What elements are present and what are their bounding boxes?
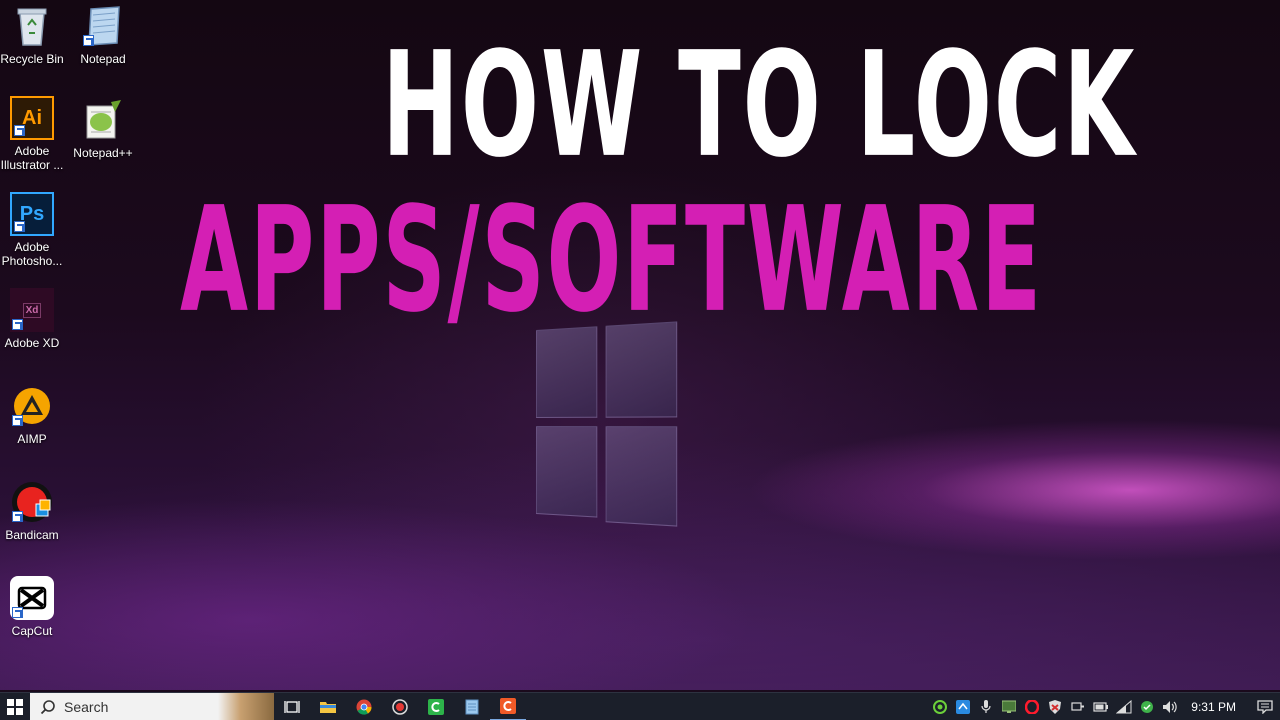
desktop-icon-adobe-illustrator[interactable]: Ai Adobe Illustrator ...	[0, 96, 67, 172]
capcut-icon	[10, 576, 54, 620]
aimp-icon	[10, 384, 54, 428]
recycle-bin-icon	[10, 4, 54, 48]
search-highlight-image	[218, 692, 274, 720]
action-center-button[interactable]	[1250, 693, 1280, 720]
search-icon	[40, 699, 55, 714]
tray-monitor[interactable]	[997, 693, 1020, 720]
task-view-icon	[284, 700, 300, 713]
icon-glyph-text: Ai	[22, 106, 42, 129]
shortcut-arrow-icon	[14, 221, 25, 232]
desktop-icon-label: Bandicam	[5, 528, 59, 542]
shortcut-arrow-icon	[12, 415, 23, 426]
windows-start-icon	[7, 698, 23, 715]
tray-chat[interactable]	[1135, 693, 1158, 720]
adobe-xd-icon: Xd	[10, 288, 54, 332]
monitor-icon	[1001, 700, 1016, 713]
tray-volume[interactable]	[1158, 693, 1181, 720]
desktop-icon-notepad[interactable]: Notepad	[68, 4, 138, 66]
shortcut-arrow-icon	[14, 125, 25, 136]
battery-icon	[1093, 701, 1108, 712]
desktop-icon-label: AIMP	[17, 432, 47, 446]
notepad-plus-plus-icon	[81, 98, 125, 142]
taskbar-recorder[interactable]	[382, 693, 418, 720]
desktop-icon-adobe-photoshop[interactable]: Ps Adobe Photosho...	[0, 192, 67, 268]
microphone-icon	[981, 699, 991, 713]
taskbar-file-explorer[interactable]	[310, 693, 346, 720]
desktop-icon-label: Adobe XD	[4, 336, 60, 350]
tray-battery[interactable]	[1089, 693, 1112, 720]
volume-icon	[1162, 700, 1177, 713]
notepad-icon	[465, 699, 479, 714]
desktop-icon-label: CapCut	[11, 624, 53, 638]
shortcut-arrow-icon	[12, 511, 23, 522]
start-button[interactable]	[0, 693, 30, 720]
adobe-photoshop-icon: Ps	[10, 192, 54, 236]
headline-line1: HOW TO LOCK	[382, 20, 1137, 190]
desktop-icon-notepad-plus-plus[interactable]: Notepad++	[68, 98, 138, 160]
desktop-icon-label: Notepad	[80, 52, 126, 66]
desktop-icon-recycle-bin[interactable]: Recycle Bin	[0, 4, 67, 66]
desktop-icon-adobe-xd[interactable]: Xd Adobe XD	[0, 288, 67, 350]
tray-microphone[interactable]	[974, 693, 997, 720]
tray-usb[interactable]	[1066, 693, 1089, 720]
desktop-icon-capcut[interactable]: CapCut	[0, 576, 67, 638]
wifi-icon	[1115, 699, 1132, 713]
green-circle-icon	[932, 699, 947, 714]
notification-icon	[1257, 699, 1273, 714]
file-explorer-icon	[320, 701, 336, 713]
tray-green-circle[interactable]	[928, 693, 951, 720]
chrome-icon	[356, 699, 372, 715]
shortcut-arrow-icon	[12, 319, 23, 330]
chat-icon	[1140, 700, 1153, 713]
desktop-icon-label: Notepad++	[73, 146, 133, 160]
camtasia-icon	[428, 698, 444, 715]
tray-wifi[interactable]	[1112, 693, 1135, 720]
shortcut-arrow-icon	[83, 35, 94, 46]
headline-line2: APPS/SOFTWARE	[180, 175, 1043, 345]
desktop-icon-label: Adobe Illustrator ...	[0, 144, 64, 172]
taskbar-notepad[interactable]	[454, 693, 490, 720]
tray-security[interactable]	[1043, 693, 1066, 720]
tray-network-app[interactable]	[951, 693, 974, 720]
taskbar-chrome[interactable]	[346, 693, 382, 720]
search-box[interactable]: Search	[30, 692, 274, 720]
security-icon	[1048, 699, 1061, 714]
desktop-icon-aimp[interactable]: AIMP	[0, 384, 67, 446]
opera-icon	[1024, 699, 1039, 714]
app-icon	[500, 697, 516, 714]
adobe-illustrator-icon: Ai	[10, 96, 54, 140]
desktop-icon-label: Adobe Photosho...	[1, 240, 63, 268]
taskbar: Search 9:31 PM	[0, 692, 1280, 720]
taskbar-camtasia[interactable]	[418, 693, 454, 720]
system-tray: 9:31 PM	[928, 693, 1280, 720]
record-icon	[392, 698, 408, 715]
windows-logo	[536, 321, 678, 527]
taskbar-app[interactable]	[490, 693, 526, 720]
search-placeholder: Search	[64, 698, 109, 715]
icon-glyph-text: Xd	[22, 302, 42, 318]
taskbar-clock[interactable]: 9:31 PM	[1181, 700, 1250, 714]
shortcut-arrow-icon	[12, 607, 23, 618]
network-app-icon	[955, 699, 970, 714]
desktop: HOW TO LOCK APPS/SOFTWARE Recycle Bin No…	[0, 0, 1280, 690]
desktop-icon-bandicam[interactable]: Bandicam	[0, 480, 67, 542]
notepad-icon	[81, 4, 125, 48]
tray-opera[interactable]	[1020, 693, 1043, 720]
desktop-icon-label: Recycle Bin	[0, 52, 64, 66]
usb-icon	[1071, 701, 1084, 711]
bandicam-icon	[10, 480, 54, 524]
task-view-button[interactable]	[274, 693, 310, 720]
